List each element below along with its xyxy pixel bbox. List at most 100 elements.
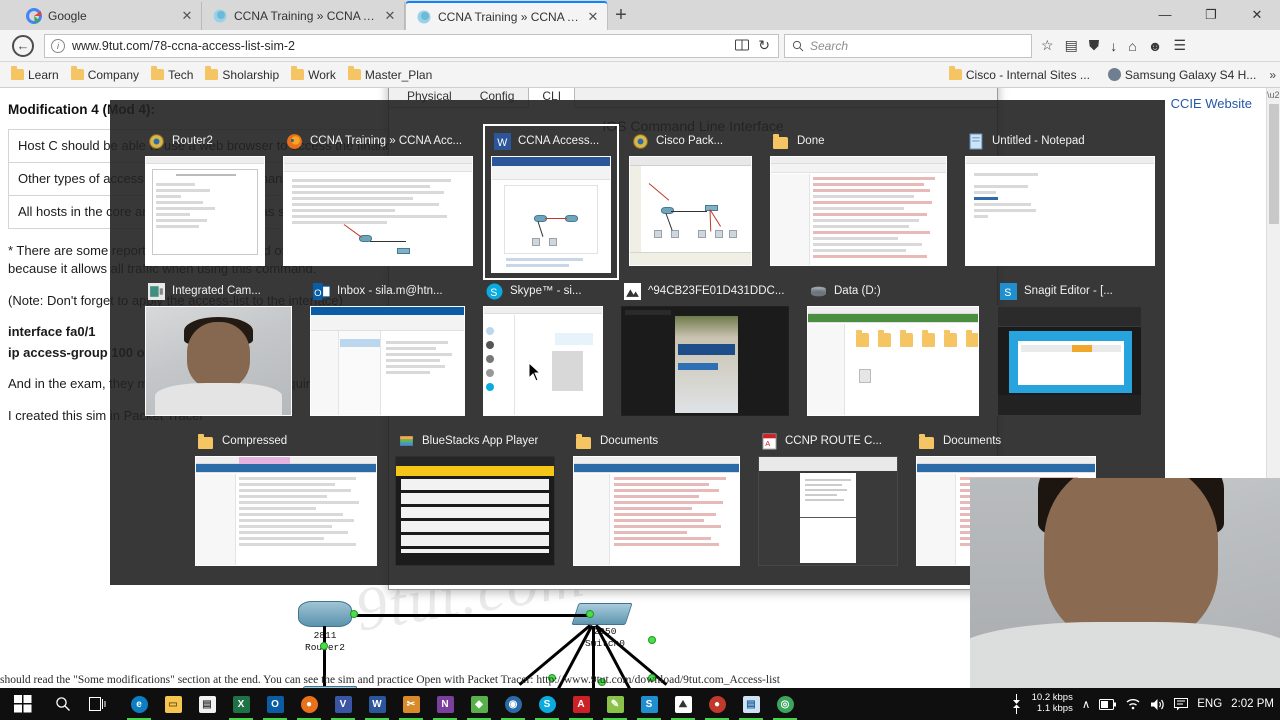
start-button[interactable]: [0, 688, 46, 720]
site-info-icon[interactable]: i: [51, 38, 65, 53]
switcher-item-done-folder[interactable]: Done: [770, 130, 947, 273]
language-indicator[interactable]: ENG: [1197, 698, 1222, 710]
scroll-up-arrow[interactable]: \u25b2: [1267, 88, 1280, 100]
switcher-item-compressed[interactable]: Compressed: [195, 430, 377, 566]
task-view-button[interactable]: [80, 688, 114, 720]
taskbar-app-store[interactable]: ▤: [190, 688, 224, 720]
switcher-item-ccna-access-selected[interactable]: W CCNA Access...: [483, 124, 619, 280]
taskbar-app-photos[interactable]: ⛰: [666, 688, 700, 720]
action-center-icon[interactable]: [1174, 697, 1189, 711]
switcher-thumbnail[interactable]: [283, 156, 473, 266]
ccie-website-link[interactable]: CCIE Website: [1171, 96, 1252, 111]
window-minimize-button[interactable]: —: [1142, 0, 1188, 30]
switcher-thumbnail[interactable]: [145, 156, 265, 266]
browser-tab-strip[interactable]: Google ✕ CCNA Training » CCNA A... ✕ CCN…: [0, 0, 1280, 30]
bookmark-samsung-galaxy[interactable]: Samsung Galaxy S4 H...: [1103, 66, 1261, 84]
taskbar-app-file-explorer[interactable]: ▭: [156, 688, 190, 720]
switcher-item-cisco-packet-tracer[interactable]: Cisco Pack...: [629, 130, 752, 273]
home-icon[interactable]: ⌂: [1128, 38, 1136, 54]
switcher-thumbnail[interactable]: [491, 156, 611, 273]
close-icon[interactable]: ✕: [587, 9, 599, 25]
taskbar-search-button[interactable]: [46, 688, 80, 720]
switcher-thumbnail[interactable]: [145, 306, 292, 416]
clock[interactable]: 2:02 PM: [1231, 698, 1274, 710]
taskbar-app-word[interactable]: W: [360, 688, 394, 720]
bookmark-master-plan[interactable]: Master_Plan: [343, 66, 437, 84]
switcher-thumbnail[interactable]: [195, 456, 377, 566]
switcher-item-photo-viewer[interactable]: ^94CB23FE01D431DDC...: [621, 280, 789, 416]
volume-icon[interactable]: [1150, 698, 1165, 711]
taskbar-app-firefox[interactable]: ●: [292, 688, 326, 720]
switcher-thumbnail[interactable]: [770, 156, 947, 266]
switcher-item-documents-1[interactable]: Documents: [573, 430, 740, 566]
taskbar-app-skype[interactable]: S: [530, 688, 564, 720]
switcher-item-data-drive[interactable]: Data (D:): [807, 280, 979, 416]
switcher-thumbnail[interactable]: [483, 306, 603, 416]
bookmark-company[interactable]: Company: [66, 66, 144, 84]
menu-icon[interactable]: ☰: [1174, 37, 1187, 54]
address-bar[interactable]: i www.9tut.com/78-ccna-access-list-sim-2…: [44, 33, 779, 58]
browser-tab-ccna-2-active[interactable]: CCNA Training » CCNA A... ✕: [405, 1, 608, 30]
switcher-item-router2[interactable]: Router2: [145, 130, 265, 273]
new-tab-button[interactable]: +: [608, 5, 634, 27]
account-icon[interactable]: ☻: [1148, 38, 1163, 54]
bookmarks-bar[interactable]: Learn Company Tech Sholarship Work Maste…: [0, 62, 1280, 88]
switcher-thumbnail[interactable]: [573, 456, 740, 566]
taskbar-app-onenote[interactable]: N: [428, 688, 462, 720]
taskbar-app-snagit[interactable]: S: [632, 688, 666, 720]
taskbar-app-acrobat[interactable]: A: [564, 688, 598, 720]
back-button[interactable]: ←: [8, 34, 38, 58]
browser-tab-ccna-1[interactable]: CCNA Training » CCNA A... ✕: [202, 2, 405, 30]
tray-chevron-up-icon[interactable]: ∧: [1082, 697, 1090, 711]
taskbar-app-packet-tracer[interactable]: ◉: [496, 688, 530, 720]
windows-taskbar[interactable]: e ▭ ▤ X O ● V W ✂ N ◆ ◉ S A ✎ S ⛰ ● ▤ ◎ …: [0, 688, 1280, 720]
reader-view-icon[interactable]: [735, 39, 750, 52]
library-icon[interactable]: ▤: [1065, 37, 1078, 54]
bookmark-tech[interactable]: Tech: [146, 66, 198, 84]
taskbar-app-notepad[interactable]: ▤: [734, 688, 768, 720]
bookmark-sholarship[interactable]: Sholarship: [200, 66, 284, 84]
switcher-thumbnail[interactable]: [621, 306, 789, 416]
taskbar-app-notepadpp[interactable]: ✎: [598, 688, 632, 720]
switcher-item-snagit-editor[interactable]: S Snagit Editor - [...: [997, 280, 1142, 416]
browser-tab-google[interactable]: Google ✕: [16, 2, 202, 30]
taskbar-app-edge[interactable]: e: [122, 688, 156, 720]
taskbar-app-outlook[interactable]: O: [258, 688, 292, 720]
taskbar-app-recorder[interactable]: ●: [700, 688, 734, 720]
switcher-thumbnail[interactable]: [965, 156, 1155, 266]
bookmark-work[interactable]: Work: [286, 66, 341, 84]
switcher-thumbnail[interactable]: [629, 156, 752, 266]
switcher-item-ccna-training[interactable]: CCNA Training » CCNA Acc...: [283, 130, 473, 273]
switcher-thumbnail[interactable]: [997, 306, 1142, 416]
wifi-icon[interactable]: [1125, 698, 1141, 710]
scrollbar-thumb[interactable]: [1269, 104, 1279, 224]
taskbar-app-excel[interactable]: X: [224, 688, 258, 720]
pocket-icon[interactable]: ⛊: [1089, 37, 1100, 54]
switcher-item-bluestacks[interactable]: BlueStacks App Player: [395, 430, 555, 566]
bookmark-cisco-internal[interactable]: Cisco - Internal Sites ...: [944, 66, 1095, 84]
window-close-button[interactable]: ✕: [1234, 0, 1280, 30]
bookmarks-overflow-icon[interactable]: »: [1269, 68, 1276, 82]
browser-navigation-bar[interactable]: ← i www.9tut.com/78-ccna-access-list-sim…: [0, 30, 1280, 62]
taskbar-app-visio[interactable]: V: [326, 688, 360, 720]
reload-button[interactable]: ↻: [758, 37, 770, 54]
browser-toolbar-icons[interactable]: ☆ ▤ ⛊ ↓ ⌂ ☻ ☰: [1041, 37, 1186, 54]
taskbar-app-chrome[interactable]: ◎: [768, 688, 802, 720]
search-bar[interactable]: Search: [784, 33, 1032, 58]
switcher-thumbnail[interactable]: [310, 306, 465, 416]
bookmark-learn[interactable]: Learn: [6, 66, 64, 84]
download-icon[interactable]: ↓: [1110, 38, 1117, 54]
switcher-thumbnail[interactable]: [758, 456, 898, 566]
switcher-item-ccnp-route-pdf[interactable]: A CCNP ROUTE C...: [758, 430, 898, 566]
bookmarks-bar-right[interactable]: Cisco - Internal Sites ... Samsung Galax…: [944, 66, 1276, 84]
battery-icon[interactable]: [1099, 698, 1117, 710]
switcher-thumbnail[interactable]: [395, 456, 555, 566]
window-maximize-button[interactable]: ❐: [1188, 0, 1234, 30]
taskbar-app-snipping-tool[interactable]: ✂: [394, 688, 428, 720]
taskbar-app-bluestacks[interactable]: ◆: [462, 688, 496, 720]
switcher-item-skype[interactable]: S Skype™ - si...: [483, 280, 603, 416]
switcher-item-integrated-camera[interactable]: Integrated Cam...: [145, 280, 292, 416]
close-icon[interactable]: ✕: [181, 8, 193, 24]
router-device-icon[interactable]: [298, 601, 352, 627]
star-icon[interactable]: ☆: [1041, 37, 1054, 54]
